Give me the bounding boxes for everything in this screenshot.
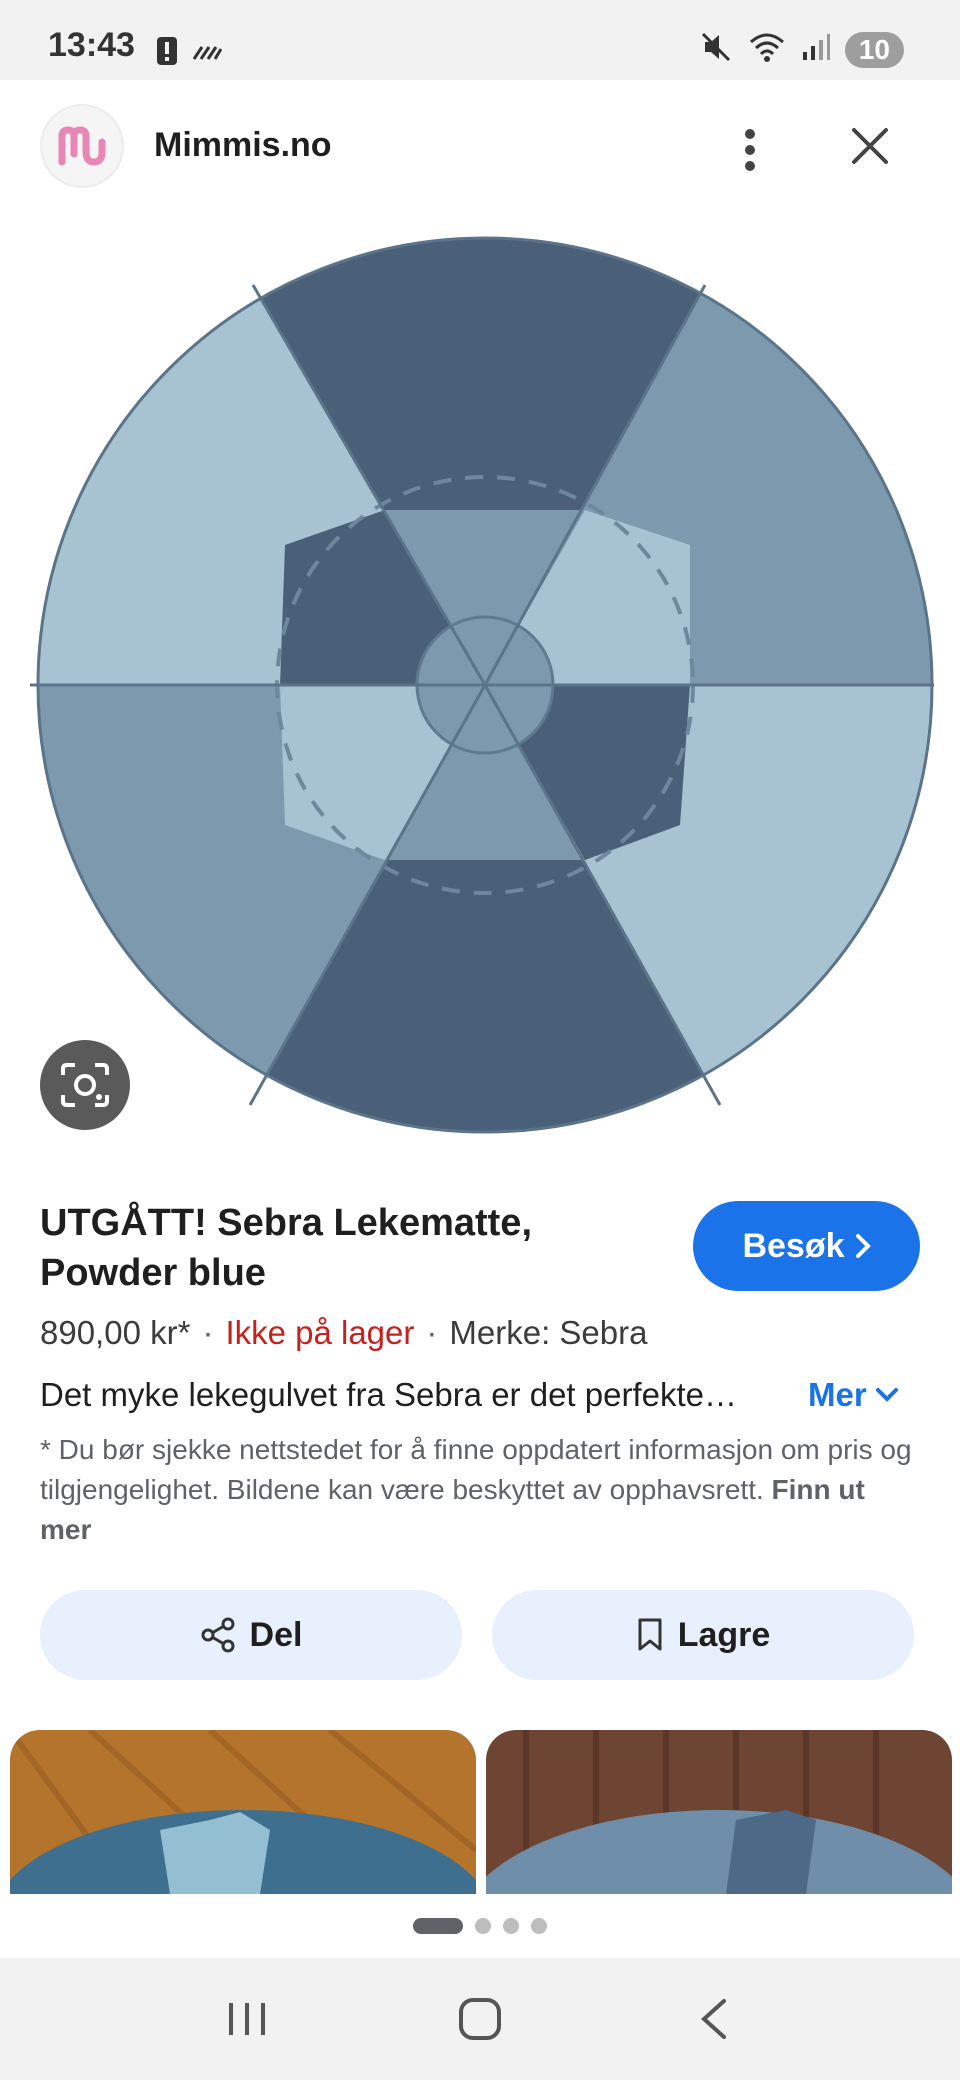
more-button[interactable]: Mer	[808, 1376, 899, 1414]
share-icon	[201, 1617, 235, 1653]
lens-icon	[61, 1063, 109, 1107]
brand: Merke: Sebra	[449, 1314, 648, 1351]
back-button[interactable]	[668, 1984, 758, 2054]
save-label: Lagre	[677, 1615, 771, 1654]
chevron-right-icon	[855, 1234, 871, 1258]
alert-icon	[156, 36, 178, 71]
pagination	[0, 1894, 960, 1958]
close-icon	[852, 128, 888, 164]
status-bar: 13:43 10	[0, 0, 960, 80]
product-title: UTGÅTT! Sebra Lekematte, Powder blue	[40, 1202, 532, 1294]
data-icon	[192, 41, 223, 66]
related-image-thumb	[10, 1730, 476, 1894]
back-icon	[701, 1999, 727, 2039]
mute-icon	[699, 30, 733, 69]
system-nav-bar	[0, 1958, 960, 2080]
header: Mimmis.no	[0, 80, 960, 210]
more-vert-icon	[745, 129, 755, 171]
save-button[interactable]: Lagre	[492, 1590, 914, 1680]
more-label: Mer	[808, 1376, 867, 1413]
recents-button[interactable]	[202, 1984, 292, 2054]
separator-dot: ·	[426, 1314, 438, 1351]
share-button[interactable]: Del	[40, 1590, 462, 1680]
google-lens-button[interactable]	[40, 1040, 130, 1130]
chevron-down-icon	[875, 1388, 898, 1402]
home-button[interactable]	[435, 1984, 525, 2054]
signal-icon	[801, 32, 831, 67]
related-image[interactable]	[486, 1730, 952, 1894]
visit-button[interactable]: Besøk	[693, 1201, 920, 1291]
related-image[interactable]	[10, 1730, 476, 1894]
site-name[interactable]: Mimmis.no	[154, 126, 332, 165]
price: 890,00 kr*	[40, 1314, 191, 1351]
visit-label: Besøk	[742, 1226, 845, 1265]
page-indicator	[531, 1918, 547, 1934]
separator-dot: ·	[202, 1314, 214, 1351]
home-icon	[458, 1998, 501, 2040]
bookmark-icon	[638, 1618, 662, 1651]
more-options-button[interactable]	[730, 120, 770, 180]
status-right: 10	[699, 30, 904, 69]
recents-icon	[228, 2003, 265, 2035]
disclaimer: * Du bør sjekke nettstedet for å finne o…	[40, 1430, 920, 1550]
close-button[interactable]	[840, 116, 900, 176]
share-label: Del	[249, 1615, 303, 1654]
site-logo-glyph	[58, 126, 106, 166]
product-image[interactable]	[30, 225, 960, 1145]
product-meta: 890,00 kr* · Ikke på lager · Merke: Sebra	[40, 1314, 647, 1352]
battery-indicator: 10	[844, 31, 904, 68]
status-time: 13:43	[48, 26, 135, 64]
site-logo[interactable]	[40, 104, 124, 188]
product-description: Det myke lekegulvet fra Sebra er det per…	[40, 1376, 737, 1413]
wifi-icon	[747, 30, 787, 69]
related-image-thumb	[486, 1730, 952, 1894]
stock-status: Ikke på lager	[225, 1314, 415, 1351]
status-left-icons	[156, 36, 223, 71]
page-indicator	[503, 1918, 519, 1934]
page-indicator-active	[413, 1918, 463, 1934]
play-mat-image	[30, 236, 960, 1134]
page-indicator	[475, 1918, 491, 1934]
